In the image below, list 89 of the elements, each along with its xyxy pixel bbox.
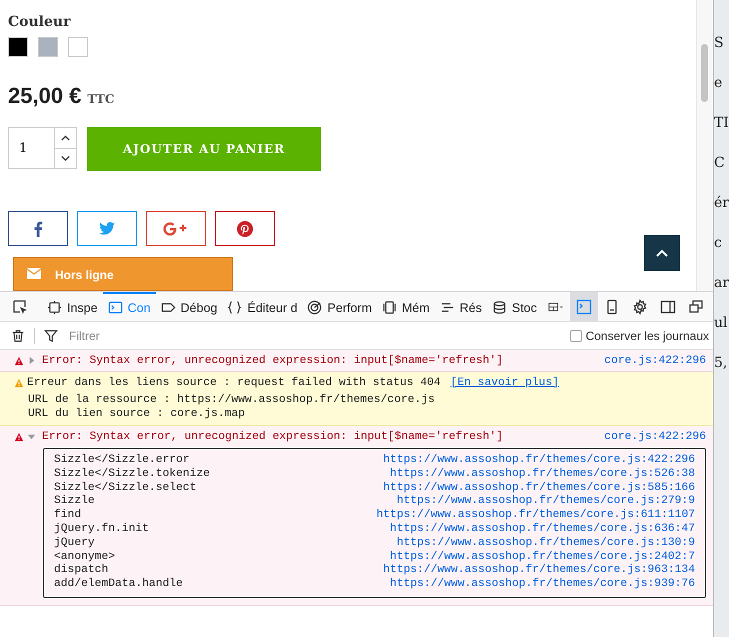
up-chevron-icon	[656, 249, 668, 257]
cropped-text: e	[714, 74, 724, 92]
share-button[interactable]	[215, 211, 275, 246]
share-button[interactable]	[77, 211, 137, 246]
filter-field[interactable]: Filtrer	[63, 328, 570, 344]
envelope-icon	[27, 268, 41, 279]
chip-icon	[382, 300, 397, 315]
share-button[interactable]	[146, 211, 206, 246]
scrollbar-thumb[interactable]	[701, 44, 708, 102]
source-link[interactable]: https://www.assoshop.fr/themes/core.js:279:9	[396, 495, 695, 510]
function-name: dispatch	[54, 564, 108, 578]
source-link[interactable]: core.js:422:296	[604, 354, 706, 366]
braces-icon	[227, 300, 242, 315]
cropped-text: S	[714, 34, 725, 52]
split-console-button[interactable]	[570, 292, 598, 321]
bird-icon	[99, 222, 115, 235]
color-label: Couleur	[8, 14, 72, 30]
function-name: find	[54, 509, 82, 522]
learn-more-link[interactable]: [En savoir plus]	[450, 376, 560, 388]
funnel-icon	[44, 328, 58, 342]
function-name: jQuery	[54, 536, 95, 551]
devtools-tab[interactable]: Rés	[434, 292, 487, 321]
settings-icon[interactable]	[632, 298, 648, 314]
lines-icon	[440, 300, 455, 315]
function-name: <anonyme>	[54, 550, 116, 564]
trash-icon[interactable]	[11, 328, 25, 342]
warning-triangle-icon	[14, 378, 24, 388]
quantity-spinner[interactable]: 1	[8, 127, 77, 169]
devtools-tab[interactable]: Éditeur d	[222, 292, 302, 321]
color-swatch[interactable]	[68, 37, 88, 57]
color-swatch[interactable]	[38, 37, 58, 57]
function-name: Sizzle</Sizzle.select	[54, 482, 196, 494]
source-link[interactable]: https://www.assoshop.fr/themes/core.js:963:134	[383, 564, 695, 578]
down-triangle-icon[interactable]	[27, 432, 36, 441]
source-link[interactable]: core.js:422:296	[604, 430, 706, 442]
warning-detail: URL de la ressource : https://www.assoshop.fr/themes/core.js	[27, 393, 436, 407]
function-name: Sizzle	[54, 495, 95, 508]
google-plus-icon	[163, 222, 189, 236]
function-name: jQuery.fn.init	[54, 522, 149, 536]
function-name: add/elemData.handle	[54, 578, 183, 592]
facebook-icon	[33, 220, 43, 236]
separate-window-icon[interactable]	[688, 298, 704, 314]
source-link[interactable]: https://www.assoshop.fr/themes/core.js:422:296	[383, 454, 695, 468]
pinterest-icon	[237, 220, 253, 236]
cropped-text: 5,	[714, 354, 728, 372]
color-swatch[interactable]	[8, 37, 28, 57]
cropped-text: ul	[714, 314, 728, 332]
cropped-text: C	[714, 154, 726, 172]
warning-message: Erreur dans les liens source : request failed with status 404	[27, 376, 441, 388]
devtools-tab[interactable]: Stoc	[486, 292, 542, 321]
warning-triangle-icon	[14, 432, 24, 442]
cropped-text: ar	[714, 274, 729, 292]
preserve-logs-checkbox[interactable]	[570, 330, 582, 342]
error-message: Error: Syntax error, unrecognized expression: input[$name='refresh']	[42, 354, 503, 366]
devtools-tab[interactable]: Mém	[376, 292, 435, 321]
dock-side-icon[interactable]	[660, 298, 676, 314]
source-link[interactable]: https://www.assoshop.fr/themes/core.js:939:76	[390, 578, 695, 592]
source-link[interactable]: https://www.assoshop.fr/themes/core.js:585:166	[383, 482, 695, 496]
function-name: Sizzle</Sizzle.tokenize	[54, 468, 210, 482]
add-to-cart-button[interactable]: AJOUTER AU PANIER	[87, 127, 321, 171]
devtools-tab[interactable]: Perform	[302, 292, 377, 321]
right-triangle-icon[interactable]	[27, 356, 36, 365]
warning-triangle-icon	[14, 356, 24, 366]
function-name: Sizzle</Sizzle.error	[54, 454, 190, 468]
source-link[interactable]: https://www.assoshop.fr/themes/core.js:526:38	[390, 468, 695, 482]
frame-icon	[47, 300, 62, 315]
cropped-text: TI	[714, 114, 729, 132]
cropped-text: ér	[714, 194, 729, 212]
cropped-text: c	[714, 234, 723, 252]
gauge-icon	[307, 300, 322, 315]
source-link[interactable]: https://www.assoshop.fr/themes/core.js:130:9	[396, 536, 695, 551]
tag-icon	[160, 300, 176, 315]
console-icon	[576, 298, 592, 314]
error-message: Error: Syntax error, unrecognized expression: input[$name='refresh']	[42, 430, 503, 442]
back-to-top-button[interactable]	[644, 235, 680, 271]
database-icon	[492, 300, 507, 315]
console-icon	[108, 300, 123, 315]
element-picker-icon[interactable]	[12, 298, 28, 314]
devtools-tab[interactable]: Con	[102, 292, 156, 321]
checkbox-label: Conserver les journaux	[586, 328, 709, 342]
source-link[interactable]: https://www.assoshop.fr/themes/core.js:636:47	[390, 522, 695, 537]
devtools-tab[interactable]: Inspe	[42, 292, 103, 321]
price-suffix: TTC	[87, 92, 114, 106]
source-link[interactable]: https://www.assoshop.fr/themes/core.js:611:1107	[376, 509, 695, 523]
price: 25,00 €	[8, 83, 82, 109]
devtools-tab[interactable]: Débog	[156, 292, 222, 321]
source-link[interactable]: https://www.assoshop.fr/themes/core.js:2402:7	[390, 550, 695, 564]
share-button[interactable]	[8, 211, 68, 246]
warning-detail: URL du lien source : core.js.map	[27, 407, 246, 421]
